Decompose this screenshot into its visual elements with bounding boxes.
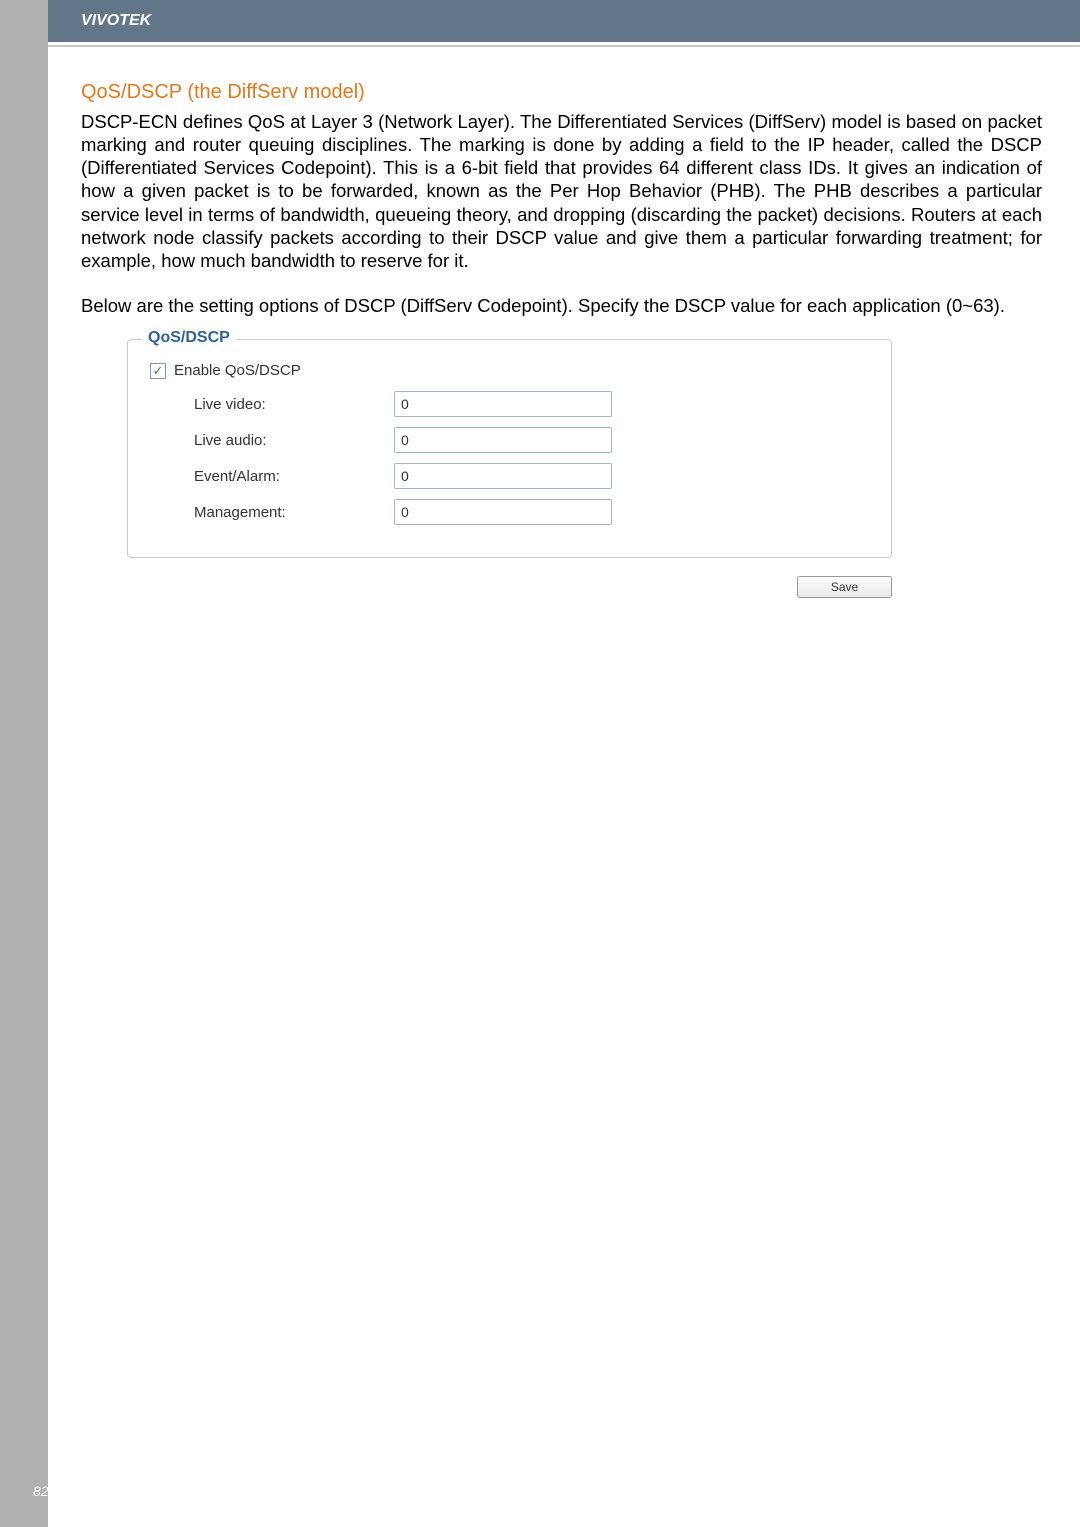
field-row-live-audio: Live audio: <box>194 427 871 453</box>
enable-checkbox-row: ✓ Enable QoS/DSCP <box>150 362 871 379</box>
event-alarm-label: Event/Alarm: <box>194 468 394 485</box>
live-video-input[interactable] <box>394 391 612 417</box>
header-bar: VIVOTEK <box>48 0 1080 42</box>
enable-qos-checkbox[interactable]: ✓ <box>150 363 166 379</box>
body-paragraph-2: Below are the setting options of DSCP (D… <box>81 294 1042 317</box>
field-row-management: Management: <box>194 499 871 525</box>
live-audio-input[interactable] <box>394 427 612 453</box>
save-button[interactable]: Save <box>797 576 892 598</box>
live-video-label: Live video: <box>194 396 394 413</box>
body-paragraph-1: DSCP-ECN defines QoS at Layer 3 (Network… <box>81 110 1042 272</box>
section-title: QoS/DSCP (the DiffServ model) <box>81 81 1042 104</box>
event-alarm-input[interactable] <box>394 463 612 489</box>
brand-title: VIVOTEK <box>81 12 151 30</box>
content-area: QoS/DSCP (the DiffServ model) DSCP-ECN d… <box>48 47 1080 598</box>
live-audio-label: Live audio: <box>194 432 394 449</box>
field-row-live-video: Live video: <box>194 391 871 417</box>
management-label: Management: <box>194 504 394 521</box>
enable-qos-label: Enable QoS/DSCP <box>174 362 301 379</box>
page-container: VIVOTEK QoS/DSCP (the DiffServ model) DS… <box>48 0 1080 1527</box>
management-input[interactable] <box>394 499 612 525</box>
save-button-row: Save <box>81 576 892 598</box>
field-row-event-alarm: Event/Alarm: <box>194 463 871 489</box>
footer-text: 82 - User's Manual <box>33 1483 150 1499</box>
qos-dscp-panel: QoS/DSCP ✓ Enable QoS/DSCP Live video: L… <box>127 339 892 558</box>
check-icon: ✓ <box>153 364 164 377</box>
panel-legend: QoS/DSCP <box>142 329 236 347</box>
